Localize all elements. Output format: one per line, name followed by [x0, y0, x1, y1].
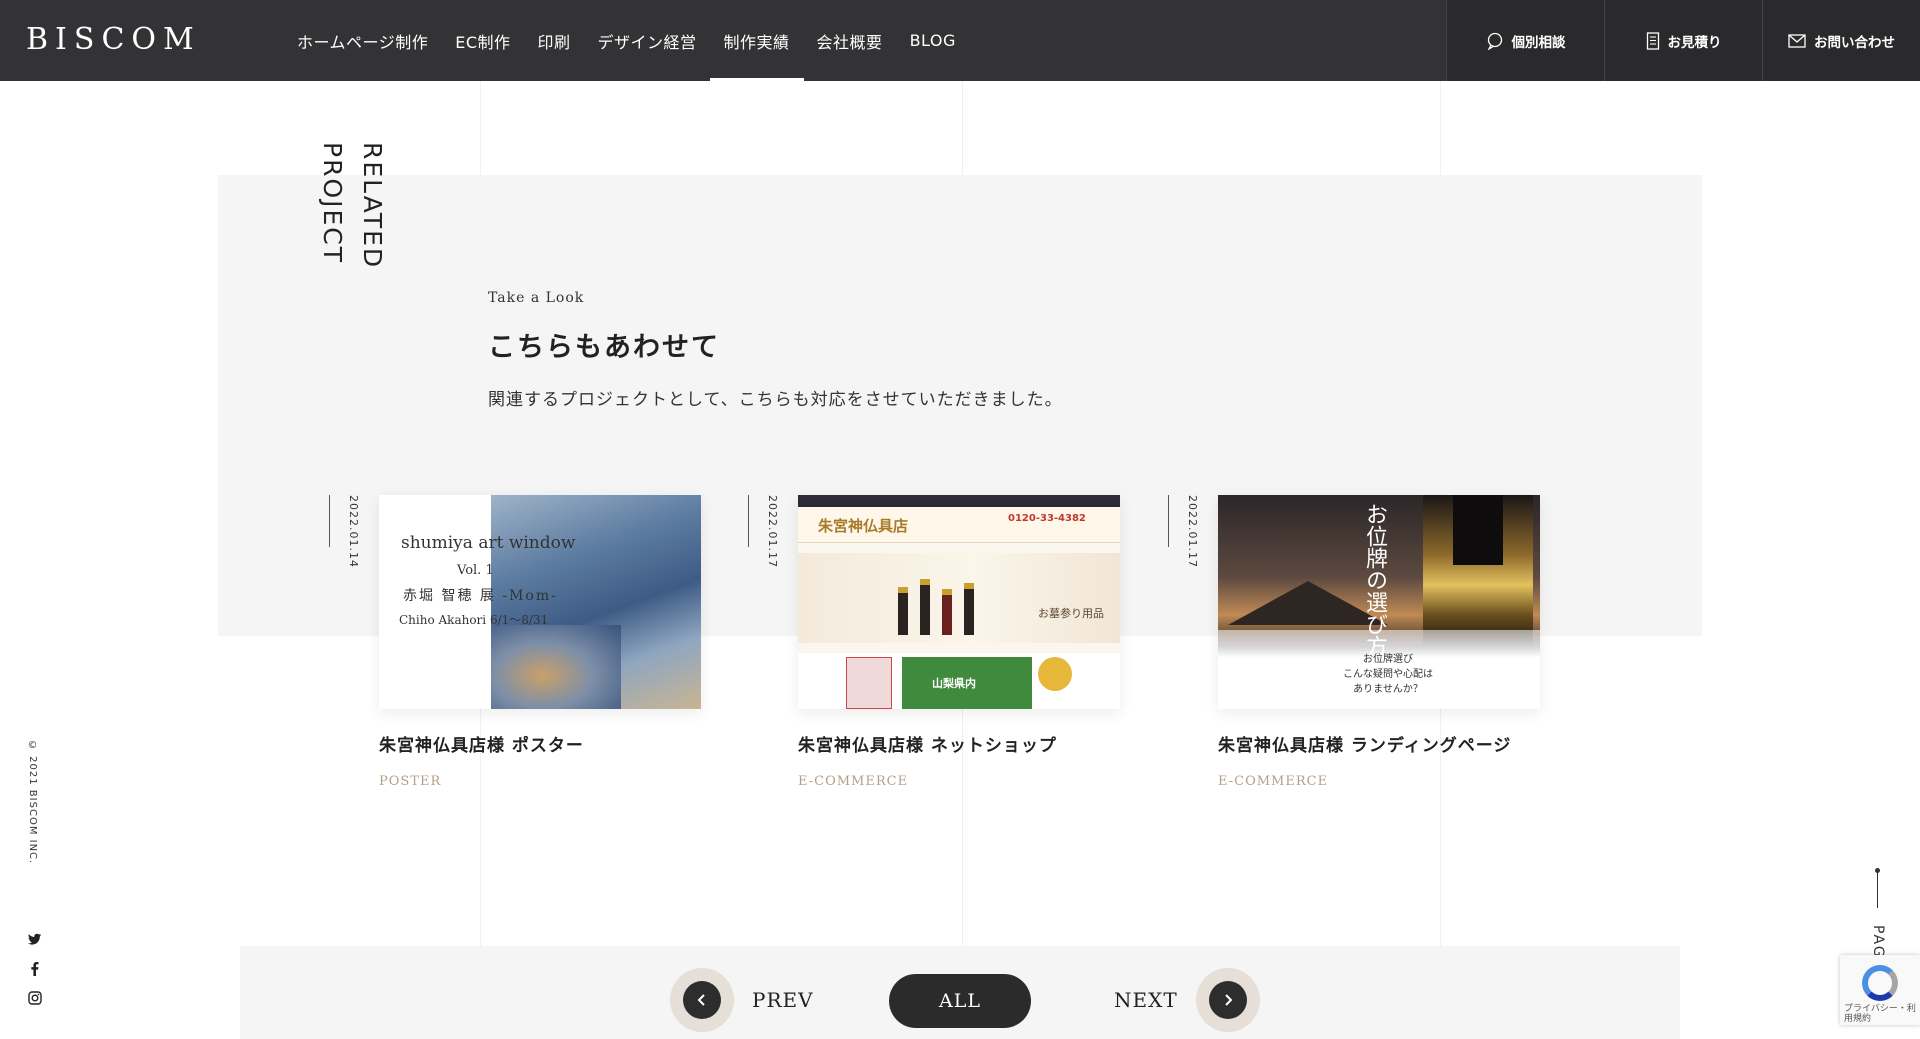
date-marker [748, 495, 749, 547]
estimate-label: お見積り [1667, 34, 1722, 51]
shop-hero: お墓参り用品 [798, 553, 1120, 643]
card-category: E-COMMERCE [798, 774, 909, 789]
nav-item-works[interactable]: 制作実績 [709, 0, 804, 81]
lp-butsudan [1423, 495, 1533, 645]
related-title-line2: PROJECT [318, 142, 347, 265]
ihai-image [942, 589, 952, 635]
banner-text: 山梨県内 [932, 677, 976, 690]
card-date: 2022.01.17 [766, 495, 779, 568]
copyright: © 2021 BISCOM INC. [27, 740, 38, 865]
all-button[interactable]: ALL [889, 974, 1031, 1028]
ihai-image [964, 583, 974, 635]
card-category: E-COMMERCE [1218, 774, 1329, 789]
instagram-icon[interactable] [28, 991, 42, 1005]
nav-item-homepage[interactable]: ホームページ制作 [297, 0, 428, 81]
shop-phone: 0120-33-4382 [1008, 513, 1086, 524]
card-category: POSTER [379, 774, 442, 789]
poster-dates: Chiho Akahori 6/1～8/31 [399, 613, 549, 627]
card-thumbnail[interactable]: shumiya art window Vol. 1 赤堀 智穂 展 -Mom- … [379, 495, 701, 709]
card-thumbnail[interactable]: 朱宮神仏具店 0120-33-4382 お墓参り用品 山梨県内 [798, 495, 1120, 709]
poster-artist: 赤堀 智穂 展 -Mom- [403, 588, 558, 604]
banner-yamanashi: 山梨県内 [902, 657, 1032, 709]
contact-button[interactable]: お問い合わせ [1762, 0, 1920, 81]
ihai-image [898, 587, 908, 635]
lp-sub2: こんな疑問や心配は [1343, 669, 1433, 680]
ihai-image [920, 579, 930, 635]
estimate-button[interactable]: お見積り [1604, 0, 1762, 81]
recaptcha-icon [1862, 965, 1898, 1001]
next-circle [1195, 968, 1260, 1032]
prev-button[interactable]: PREV [670, 968, 814, 1032]
project-card[interactable]: 2022.01.14 shumiya art window Vol. 1 赤堀 … [329, 495, 701, 789]
prev-circle [670, 968, 734, 1032]
recaptcha-badge[interactable]: プライバシー・利用規約 [1840, 955, 1920, 1025]
section-eyebrow: Take a Look [488, 290, 585, 306]
next-label: NEXT [1114, 988, 1178, 1012]
section-lead: 関連するプロジェクトとして、こちらも対応をさせていただきました。 [488, 390, 1063, 410]
card-title[interactable]: 朱宮神仏具店様 ポスター [379, 731, 701, 756]
lp-sub3: ありませんか？ [1353, 684, 1423, 695]
related-title-line1: RELATED [358, 142, 387, 270]
site-header: BISCOM ホームページ制作 EC制作 印刷 デザイン経営 制作実績 会社概要… [0, 0, 1920, 81]
poster-title: shumiya art window [401, 533, 576, 553]
date-marker [1168, 495, 1169, 547]
contact-label: お問い合わせ [1814, 34, 1895, 51]
banner-present [846, 657, 892, 709]
poster-volume: Vol. 1 [457, 563, 494, 578]
shop-name: 朱宮神仏具店 [818, 517, 909, 535]
chat-bubble-icon [1487, 32, 1502, 50]
nav-item-company[interactable]: 会社概要 [817, 0, 883, 81]
card-title[interactable]: 朱宮神仏具店様 ネットショップ [798, 731, 1120, 756]
shop-tag: お墓参り用品 [1038, 607, 1104, 620]
project-card[interactable]: 2022.01.17 朱宮神仏具店 0120-33-4382 お墓参り用品 山梨… [748, 495, 1120, 789]
project-card[interactable]: 2022.01.17 お位牌の選び方 お位牌選び こんな疑問や心配は ありません… [1168, 495, 1540, 789]
nav-item-design-management[interactable]: デザイン経営 [598, 0, 697, 81]
date-marker [329, 495, 330, 547]
shop-topbar [798, 495, 1120, 507]
next-button[interactable]: NEXT [1114, 968, 1260, 1032]
nav-item-blog[interactable]: BLOG [910, 0, 956, 81]
chevron-right-icon [1224, 994, 1233, 1006]
nav-item-ec[interactable]: EC制作 [455, 0, 510, 81]
consult-label: 個別相談 [1511, 34, 1566, 51]
mail-icon [1788, 33, 1806, 48]
site-logo[interactable]: BISCOM [26, 22, 201, 57]
nav-item-print[interactable]: 印刷 [538, 0, 571, 81]
prev-label: PREV [752, 988, 814, 1012]
card-date: 2022.01.17 [1186, 495, 1199, 568]
page-top-line [1877, 870, 1878, 908]
section-heading: こちらもあわせて [488, 332, 720, 363]
facebook-icon[interactable] [28, 962, 42, 976]
recaptcha-text[interactable]: プライバシー・利用規約 [1844, 1004, 1920, 1025]
card-title[interactable]: 朱宮神仏具店様 ランディングページ [1218, 731, 1540, 756]
header-actions: 個別相談 お見積り お問い合わせ [1446, 0, 1920, 81]
twitter-icon[interactable] [28, 932, 42, 946]
consult-button[interactable]: 個別相談 [1446, 0, 1604, 81]
document-icon [1646, 31, 1659, 50]
related-project-title: RELATED PROJECT [312, 142, 392, 269]
lp-sub1: お位牌選び [1363, 654, 1413, 665]
chevron-left-icon [697, 994, 705, 1006]
card-thumbnail[interactable]: お位牌の選び方 お位牌選び こんな疑問や心配は ありませんか？ [1218, 495, 1540, 709]
shop-banners: 山梨県内 [798, 653, 1120, 709]
main-nav: ホームページ制作 EC制作 印刷 デザイン経営 制作実績 会社概要 BLOG [297, 0, 983, 81]
badge-135 [1038, 657, 1072, 691]
card-date: 2022.01.14 [347, 495, 360, 568]
